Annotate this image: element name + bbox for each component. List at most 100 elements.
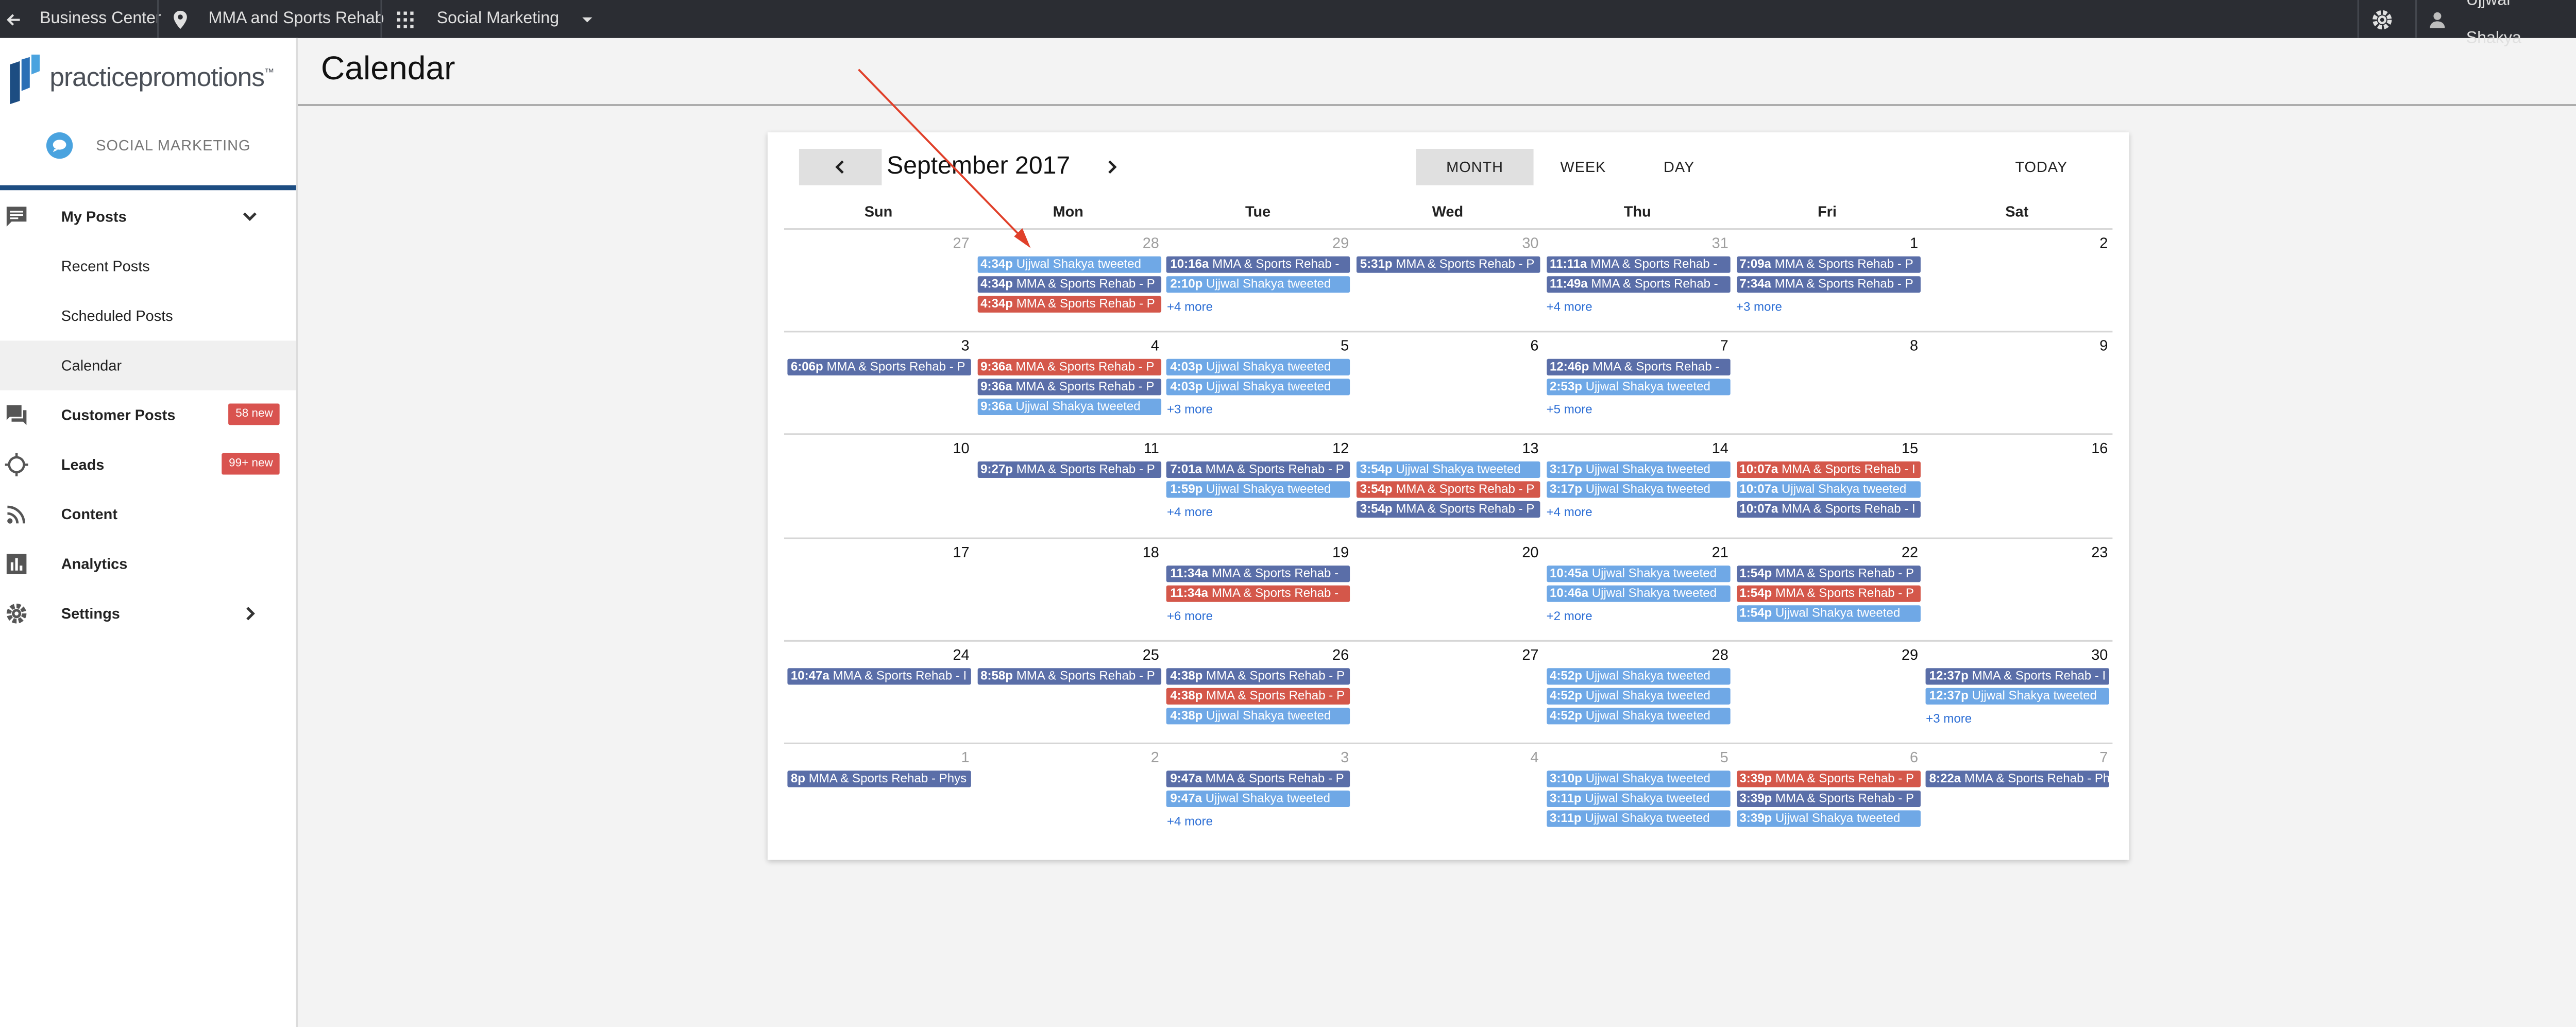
calendar-event[interactable]: 4:52p Ujjwal Shakya tweeted bbox=[1546, 688, 1731, 705]
calendar-event[interactable]: 4:38p Ujjwal Shakya tweeted bbox=[1166, 708, 1351, 725]
settings-button[interactable] bbox=[2370, 0, 2394, 38]
calendar-event[interactable]: 10:07a Ujjwal Shakya tweeted bbox=[1736, 481, 1920, 498]
product-switcher[interactable]: Social Marketing bbox=[397, 0, 596, 38]
calendar-event[interactable]: 11:34a MMA & Sports Rehab - bbox=[1166, 566, 1351, 583]
day-cell[interactable]: 6 bbox=[1353, 332, 1542, 435]
day-cell[interactable]: 24 10:47a MMA & Sports Rehab - I bbox=[784, 642, 973, 744]
day-cell[interactable]: 29 bbox=[1733, 642, 1921, 744]
more-events-link[interactable]: +6 more bbox=[1167, 609, 1213, 624]
calendar-event[interactable]: 4:52p Ujjwal Shakya tweeted bbox=[1546, 668, 1731, 685]
day-cell[interactable]: 8 bbox=[1733, 332, 1921, 435]
calendar-event[interactable]: 11:11a MMA & Sports Rehab - bbox=[1546, 256, 1731, 273]
day-cell[interactable]: 16 bbox=[1923, 435, 2111, 537]
calendar-event[interactable]: 8p MMA & Sports Rehab - Phys bbox=[787, 771, 971, 788]
calendar-event[interactable]: 5:31p MMA & Sports Rehab - P bbox=[1357, 256, 1540, 273]
more-events-link[interactable]: +5 more bbox=[1547, 402, 1592, 417]
calendar-event[interactable]: 9:36a MMA & Sports Rehab - P bbox=[977, 358, 1161, 375]
day-cell[interactable]: 29 10:16a MMA & Sports Rehab - 2:10p Ujjwa… bbox=[1164, 230, 1352, 332]
more-events-link[interactable]: +4 more bbox=[1547, 504, 1592, 519]
day-cell[interactable]: 5 3:10p Ujjwal Shakya tweeted 3:11p Ujjwal… bbox=[1543, 744, 1732, 847]
calendar-event[interactable]: 3:17p Ujjwal Shakya tweeted bbox=[1546, 481, 1731, 498]
calendar-event[interactable]: 10:47a MMA & Sports Rehab - I bbox=[787, 668, 971, 685]
calendar-event[interactable]: 9:47a MMA & Sports Rehab - P bbox=[1166, 771, 1351, 788]
calendar-event[interactable]: 4:38p MMA & Sports Rehab - P bbox=[1166, 688, 1351, 705]
calendar-event[interactable]: 4:38p MMA & Sports Rehab - P bbox=[1166, 668, 1351, 685]
calendar-event[interactable]: 12:37p Ujjwal Shakya tweeted bbox=[1926, 688, 2110, 705]
day-cell[interactable]: 10 bbox=[784, 435, 973, 537]
calendar-event[interactable]: 12:46p MMA & Sports Rehab - bbox=[1546, 358, 1731, 375]
sidebar-item-my-posts[interactable]: My Posts bbox=[0, 192, 296, 241]
sidebar-item-analytics[interactable]: Analytics bbox=[0, 539, 296, 589]
day-cell[interactable]: 2 bbox=[1923, 230, 2111, 332]
prev-month-button[interactable] bbox=[799, 148, 882, 185]
sidebar-item-recent-posts[interactable]: Recent Posts bbox=[0, 242, 296, 291]
more-events-link[interactable]: +4 more bbox=[1167, 814, 1213, 829]
calendar-event[interactable]: 3:17p Ujjwal Shakya tweeted bbox=[1546, 461, 1731, 478]
calendar-event[interactable]: 4:34p MMA & Sports Rehab - P bbox=[977, 296, 1161, 313]
more-events-link[interactable]: +3 more bbox=[1926, 711, 1972, 726]
calendar-event[interactable]: 11:34a MMA & Sports Rehab - bbox=[1166, 585, 1351, 602]
more-events-link[interactable]: +2 more bbox=[1547, 609, 1592, 624]
day-cell[interactable]: 5 4:03p Ujjwal Shakya tweeted 4:03p Ujjwal… bbox=[1164, 332, 1352, 435]
day-cell[interactable]: 7 8:22a MMA & Sports Rehab - Ph bbox=[1923, 744, 2111, 847]
day-cell[interactable]: 18 bbox=[974, 539, 1162, 642]
calendar-event[interactable]: 7:34a MMA & Sports Rehab - P bbox=[1736, 276, 1920, 293]
today-button[interactable]: TODAY bbox=[1992, 149, 2091, 185]
day-cell[interactable]: 19 11:34a MMA & Sports Rehab -11:34a MMA … bbox=[1164, 539, 1352, 642]
sidebar-item-settings[interactable]: Settings bbox=[0, 589, 296, 638]
calendar-event[interactable]: 4:34p Ujjwal Shakya tweeted bbox=[977, 256, 1161, 273]
day-cell[interactable]: 20 bbox=[1353, 539, 1542, 642]
calendar-event[interactable]: 6:06p MMA & Sports Rehab - P bbox=[787, 358, 971, 375]
sidebar-item-leads[interactable]: Leads 99+ new bbox=[0, 440, 296, 489]
day-cell[interactable]: 15 10:07a MMA & Sports Rehab - I 10:07a Uj… bbox=[1733, 435, 1921, 537]
day-cell[interactable]: 27 bbox=[1353, 642, 1542, 744]
calendar-event[interactable]: 1:54p MMA & Sports Rehab - P bbox=[1736, 566, 1920, 583]
more-events-link[interactable]: +3 more bbox=[1167, 402, 1213, 417]
next-month-button[interactable] bbox=[1095, 149, 1128, 185]
day-cell[interactable]: 3 6:06p MMA & Sports Rehab - P bbox=[784, 332, 973, 435]
day-cell[interactable]: 31 11:11a MMA & Sports Rehab -11:49a MMA … bbox=[1543, 230, 1732, 332]
day-cell[interactable]: 6 3:39p MMA & Sports Rehab - P 3:39p MMA &… bbox=[1733, 744, 1921, 847]
day-cell[interactable]: 2 bbox=[974, 744, 1162, 847]
day-cell[interactable]: 1 8p MMA & Sports Rehab - Phys bbox=[784, 744, 973, 847]
day-cell[interactable]: 13 3:54p Ujjwal Shakya tweeted 3:54p MMA &… bbox=[1353, 435, 1542, 537]
day-cell[interactable]: 9 bbox=[1923, 332, 2111, 435]
calendar-event[interactable]: 9:27p MMA & Sports Rehab - P bbox=[977, 461, 1161, 478]
more-events-link[interactable]: +3 more bbox=[1736, 299, 1782, 314]
day-cell[interactable]: 25 8:58p MMA & Sports Rehab - P bbox=[974, 642, 1162, 744]
day-cell[interactable]: 7 12:46p MMA & Sports Rehab - 2:53p Ujjwal… bbox=[1543, 332, 1732, 435]
more-events-link[interactable]: +4 more bbox=[1167, 504, 1213, 519]
day-cell[interactable]: 11 9:27p MMA & Sports Rehab - P bbox=[974, 435, 1162, 537]
day-cell[interactable]: 23 bbox=[1923, 539, 2111, 642]
calendar-event[interactable]: 1:59p Ujjwal Shakya tweeted bbox=[1166, 481, 1351, 498]
calendar-event[interactable]: 3:54p MMA & Sports Rehab - P bbox=[1357, 501, 1540, 518]
day-cell[interactable]: 30 5:31p MMA & Sports Rehab - P bbox=[1353, 230, 1542, 332]
day-cell[interactable]: 1 7:09a MMA & Sports Rehab - P 7:34a MMA &… bbox=[1733, 230, 1921, 332]
calendar-event[interactable]: 10:07a MMA & Sports Rehab - I bbox=[1736, 461, 1920, 478]
calendar-event[interactable]: 4:03p Ujjwal Shakya tweeted bbox=[1166, 358, 1351, 375]
calendar-event[interactable]: 3:39p MMA & Sports Rehab - P bbox=[1736, 790, 1920, 807]
sidebar-item-content[interactable]: Content bbox=[0, 489, 296, 539]
location-link[interactable]: MMA and Sports Rehab bbox=[172, 0, 384, 38]
user-menu[interactable]: Ujjwal Shakya bbox=[2429, 0, 2576, 47]
sidebar-item-customer-posts[interactable]: Customer Posts 58 new bbox=[0, 390, 296, 440]
day-cell[interactable]: 4 9:36a MMA & Sports Rehab - P 9:36a MMA &… bbox=[974, 332, 1162, 435]
calendar-event[interactable]: 9:36a Ujjwal Shakya tweeted bbox=[977, 398, 1161, 415]
calendar-event[interactable]: 9:47a Ujjwal Shakya tweeted bbox=[1166, 790, 1351, 807]
business-center-link[interactable]: Business Center bbox=[3, 0, 161, 38]
calendar-event[interactable]: 3:11p Ujjwal Shakya tweeted bbox=[1546, 810, 1731, 827]
calendar-event[interactable]: 7:01a MMA & Sports Rehab - P bbox=[1166, 461, 1351, 478]
sidebar-item-calendar[interactable]: Calendar bbox=[0, 340, 296, 390]
calendar-event[interactable]: 3:54p Ujjwal Shakya tweeted bbox=[1357, 461, 1540, 478]
more-events-link[interactable]: +4 more bbox=[1167, 299, 1213, 314]
sidebar-item-scheduled-posts[interactable]: Scheduled Posts bbox=[0, 291, 296, 340]
calendar-event[interactable]: 9:36a MMA & Sports Rehab - P bbox=[977, 379, 1161, 396]
calendar-event[interactable]: 4:52p Ujjwal Shakya tweeted bbox=[1546, 708, 1731, 725]
calendar-event[interactable]: 10:16a MMA & Sports Rehab - bbox=[1166, 256, 1351, 273]
calendar-event[interactable]: 8:22a MMA & Sports Rehab - Ph bbox=[1926, 771, 2110, 788]
calendar-event[interactable]: 12:37p MMA & Sports Rehab - I bbox=[1926, 668, 2110, 685]
view-day-button[interactable]: DAY bbox=[1633, 149, 1725, 185]
calendar-event[interactable]: 3:11p Ujjwal Shakya tweeted bbox=[1546, 790, 1731, 807]
calendar-event[interactable]: 10:45a Ujjwal Shakya tweeted bbox=[1546, 566, 1731, 583]
day-cell[interactable]: 22 1:54p MMA & Sports Rehab - P 1:54p MMA … bbox=[1733, 539, 1921, 642]
